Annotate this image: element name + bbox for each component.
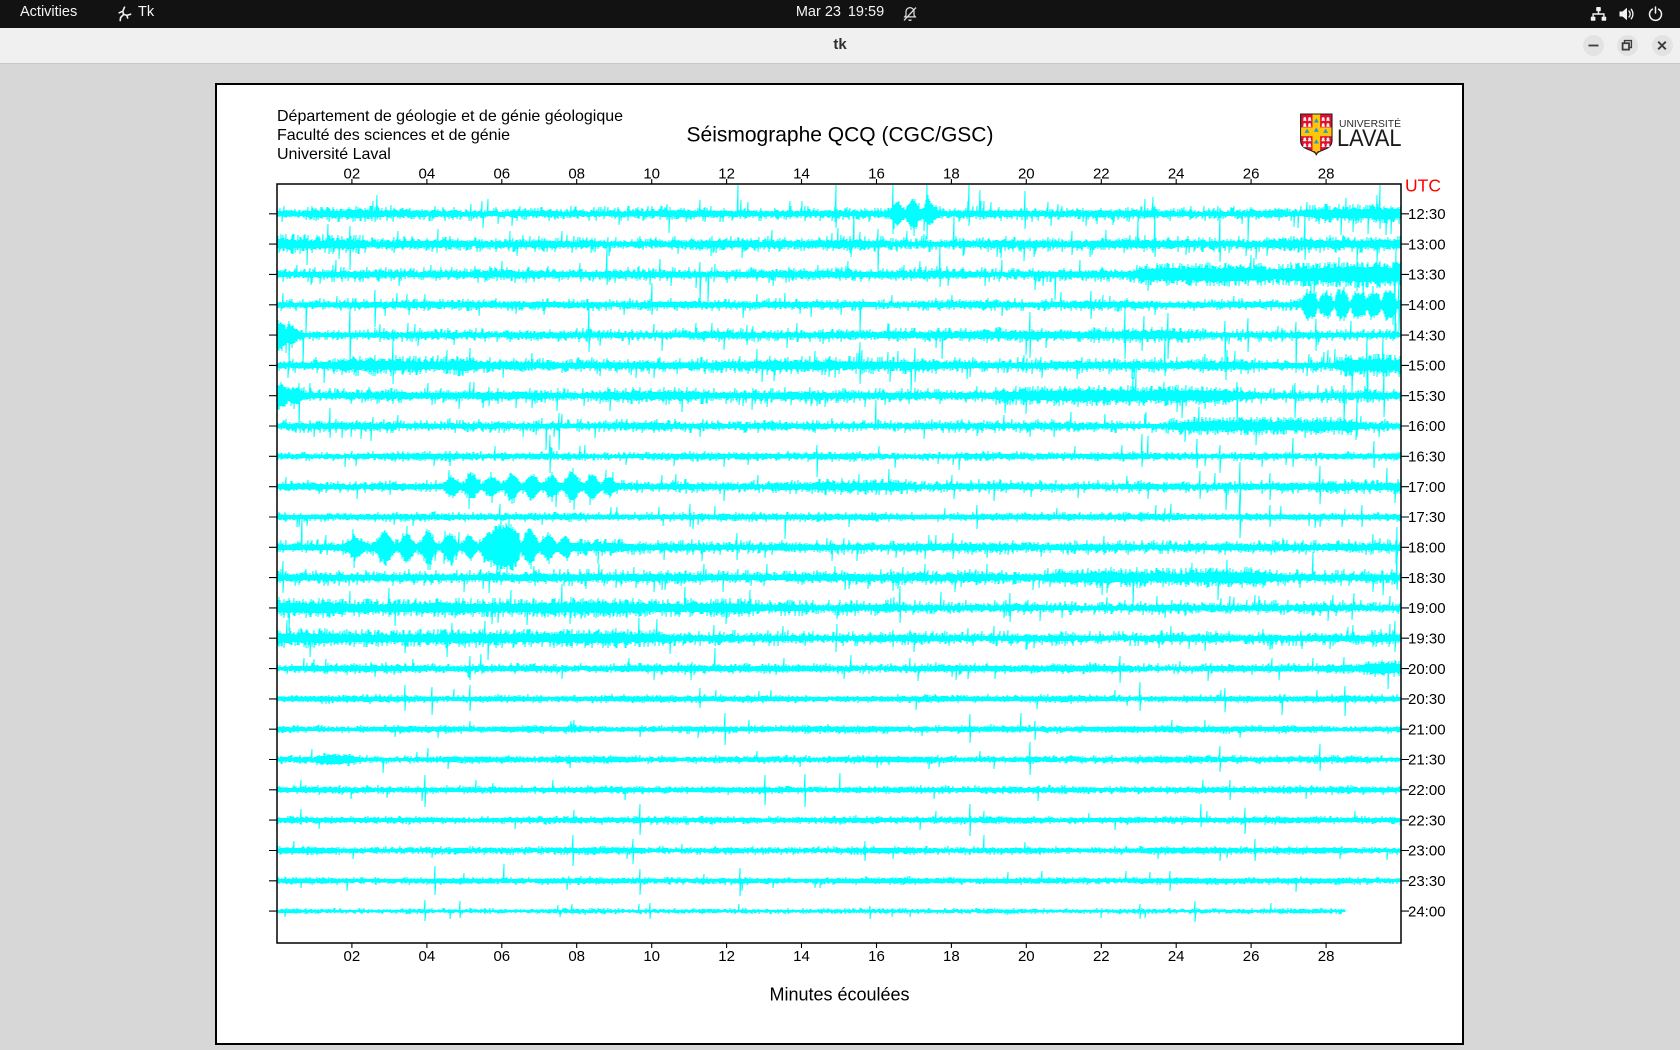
svg-text:20:00: 20:00 xyxy=(1408,661,1446,678)
svg-text:20:30: 20:30 xyxy=(1408,691,1446,708)
svg-text:Faculté des sciences et de gén: Faculté des sciences et de génie xyxy=(277,127,510,144)
svg-text:12: 12 xyxy=(718,948,735,965)
svg-text:12:30: 12:30 xyxy=(1408,206,1446,223)
svg-text:02: 02 xyxy=(344,948,361,965)
svg-text:18:30: 18:30 xyxy=(1408,570,1446,587)
svg-text:24:00: 24:00 xyxy=(1408,903,1446,920)
svg-text:14:30: 14:30 xyxy=(1408,327,1446,344)
svg-text:23:30: 23:30 xyxy=(1408,873,1446,890)
svg-text:13:30: 13:30 xyxy=(1408,267,1446,284)
svg-text:Département de géologie et de: Département de géologie et de génie géol… xyxy=(277,108,623,125)
svg-text:28: 28 xyxy=(1318,948,1335,965)
svg-text:Minutes écoulées: Minutes écoulées xyxy=(769,985,909,1005)
svg-text:21:00: 21:00 xyxy=(1408,721,1446,738)
svg-text:08: 08 xyxy=(568,948,585,965)
svg-text:04: 04 xyxy=(419,948,436,965)
svg-text:23:00: 23:00 xyxy=(1408,843,1446,860)
svg-text:Séismographe QCQ (CGC/GSC): Séismographe QCQ (CGC/GSC) xyxy=(687,124,994,147)
svg-text:14:00: 14:00 xyxy=(1408,297,1446,314)
svg-text:15:30: 15:30 xyxy=(1408,388,1446,405)
svg-text:15:00: 15:00 xyxy=(1408,358,1446,375)
svg-text:22: 22 xyxy=(1093,948,1110,965)
svg-text:18:00: 18:00 xyxy=(1408,540,1446,557)
svg-text:UTC: UTC xyxy=(1405,176,1441,196)
svg-text:16: 16 xyxy=(868,948,885,965)
svg-text:14: 14 xyxy=(793,948,810,965)
svg-text:22:00: 22:00 xyxy=(1408,782,1446,799)
svg-text:16:00: 16:00 xyxy=(1408,418,1446,435)
svg-text:06: 06 xyxy=(493,948,510,965)
svg-text:Université Laval: Université Laval xyxy=(277,146,391,163)
svg-text:18: 18 xyxy=(943,948,960,965)
svg-text:19:30: 19:30 xyxy=(1408,630,1446,647)
svg-text:21:30: 21:30 xyxy=(1408,752,1446,769)
svg-text:10: 10 xyxy=(643,948,660,965)
svg-text:20: 20 xyxy=(1018,948,1035,965)
svg-text:16:30: 16:30 xyxy=(1408,449,1446,466)
svg-text:17:00: 17:00 xyxy=(1408,479,1446,496)
svg-text:13:00: 13:00 xyxy=(1408,236,1446,253)
svg-text:24: 24 xyxy=(1168,948,1185,965)
svg-text:26: 26 xyxy=(1243,948,1260,965)
svg-text:17:30: 17:30 xyxy=(1408,509,1446,526)
svg-text:LAVAL: LAVAL xyxy=(1337,125,1402,152)
svg-text:22:30: 22:30 xyxy=(1408,812,1446,829)
svg-text:19:00: 19:00 xyxy=(1408,600,1446,617)
